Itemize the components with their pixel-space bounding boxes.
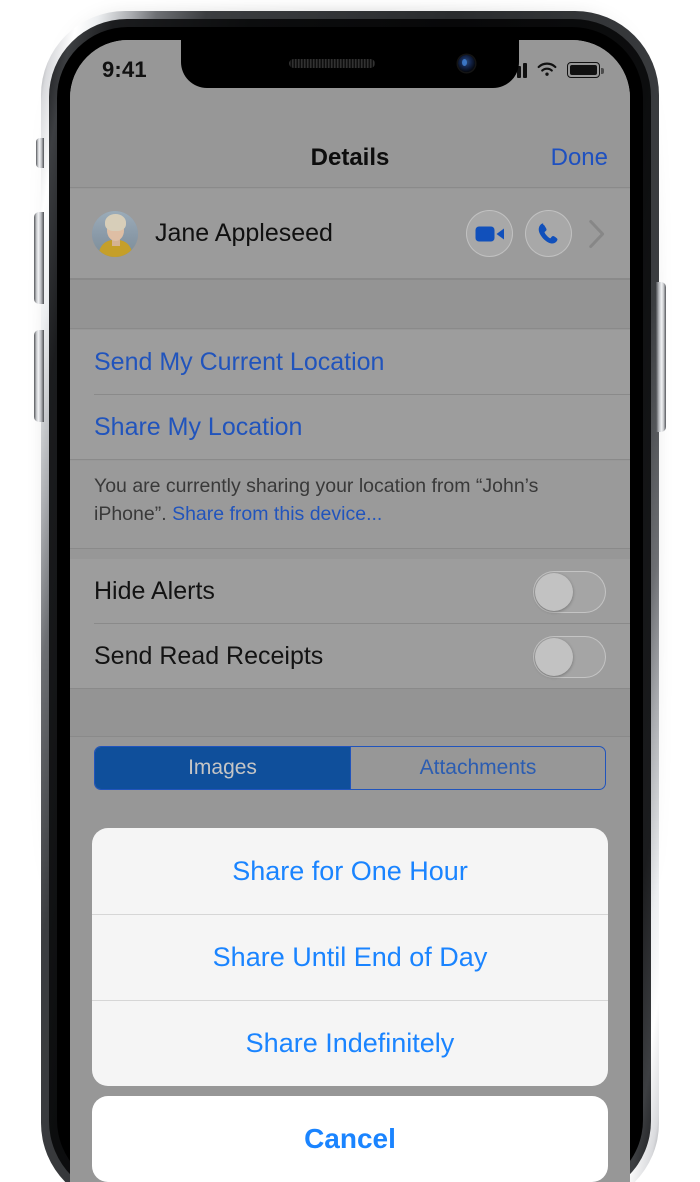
share-location-action-sheet: Share for One Hour Share Until End of Da…	[92, 828, 608, 1182]
action-sheet-options-card: Share for One Hour Share Until End of Da…	[92, 828, 608, 1086]
volume-down-button[interactable]	[34, 330, 44, 422]
phone-notch	[181, 40, 519, 88]
side-power-button[interactable]	[656, 282, 666, 432]
earpiece-speaker-icon	[289, 59, 375, 68]
screenshot-root: 9:41 Details Done Jane Appleseed Send My…	[0, 0, 700, 1182]
share-end-of-day-button[interactable]: Share Until End of Day	[92, 914, 608, 1000]
ios-details-screen: 9:41 Details Done Jane Appleseed Send My…	[70, 40, 630, 1182]
volume-up-button[interactable]	[34, 212, 44, 304]
wifi-icon	[537, 62, 557, 76]
status-bar-time: 9:41	[102, 57, 147, 82]
share-one-hour-button[interactable]: Share for One Hour	[92, 828, 608, 914]
mute-switch-button[interactable]	[36, 138, 44, 168]
phone-screen: 9:41 Details Done Jane Appleseed Send My…	[70, 40, 630, 1182]
share-indefinitely-button[interactable]: Share Indefinitely	[92, 1000, 608, 1086]
cancel-button[interactable]: Cancel	[92, 1096, 608, 1182]
front-camera-icon	[458, 55, 475, 72]
battery-full-icon	[567, 62, 604, 78]
